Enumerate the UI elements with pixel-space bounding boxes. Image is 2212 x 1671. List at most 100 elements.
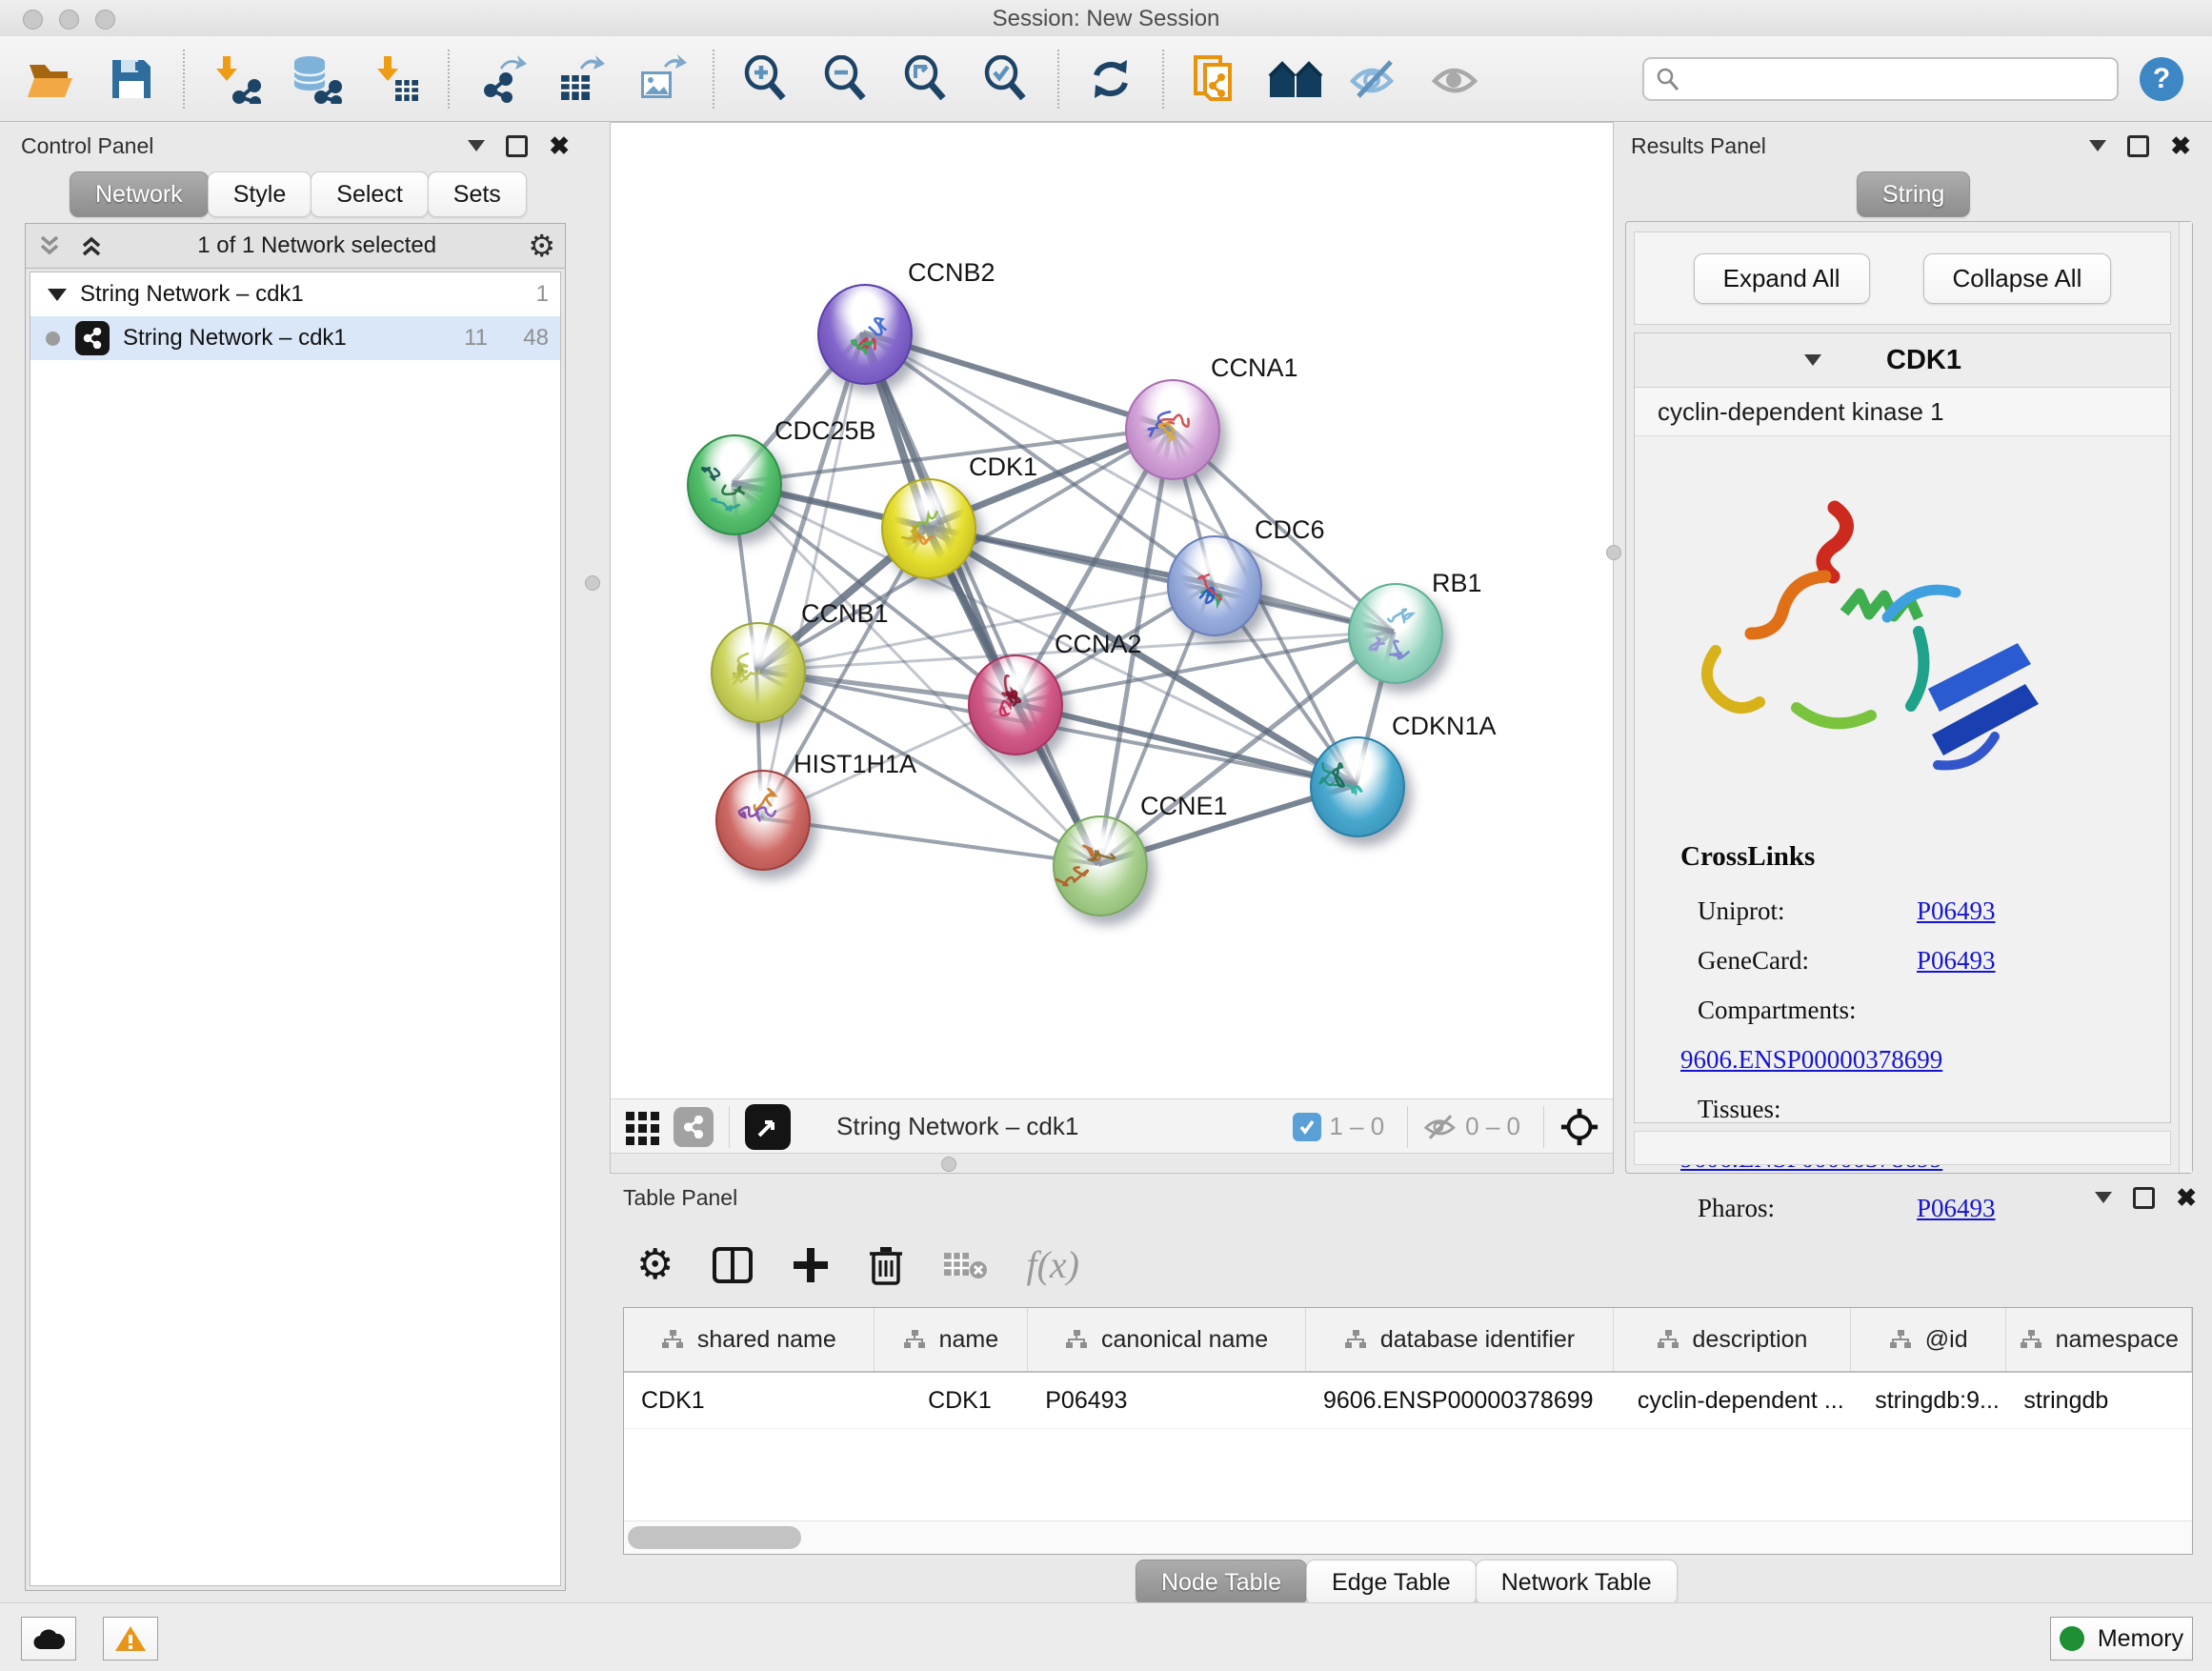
table-horizontal-scrollbar[interactable] (624, 1520, 2192, 1554)
expand-all-icon[interactable] (77, 232, 106, 260)
first-neighbors-button[interactable] (1256, 44, 1336, 114)
close-panel-icon[interactable]: ✖ (2176, 1188, 2197, 1207)
expand-all-button[interactable]: Expand All (1694, 253, 1870, 304)
tab-style[interactable]: Style (208, 171, 312, 217)
birdseye-grid-icon[interactable] (624, 1108, 662, 1146)
table-cell[interactable]: cyclin-dependent ... (1614, 1373, 1851, 1428)
import-network-from-file-button[interactable] (196, 44, 276, 114)
zoom-fit-content-button[interactable] (886, 44, 966, 114)
panel-menu-icon[interactable] (2095, 1192, 2112, 1203)
column-header-database-identifier[interactable]: database identifier (1306, 1308, 1614, 1371)
table-cell[interactable]: 9606.ENSP00000378699 (1306, 1373, 1614, 1428)
tab-network[interactable]: Network (70, 171, 209, 217)
column-header-canonical-name[interactable]: canonical name (1028, 1308, 1306, 1371)
results-vertical-scrollbar[interactable] (2179, 222, 2192, 1173)
collapse-all-icon[interactable] (35, 232, 64, 260)
column-header-namespace[interactable]: namespace (2006, 1308, 2192, 1371)
network-node-CCNB1[interactable] (711, 622, 806, 723)
column-header-shared-name[interactable]: shared name (624, 1308, 875, 1371)
table-cell[interactable]: stringdb (2006, 1373, 2192, 1428)
network-node-RB1[interactable] (1348, 583, 1443, 684)
panel-menu-icon[interactable] (468, 140, 485, 151)
tab-node-table[interactable]: Node Table (1136, 1560, 1307, 1605)
collapse-all-button[interactable]: Collapse All (1923, 253, 2112, 304)
memory-button[interactable]: Memory (2050, 1617, 2193, 1661)
search-input[interactable] (1680, 64, 2105, 93)
zoom-in-button[interactable] (726, 44, 806, 114)
network-collection-row[interactable]: String Network – cdk1 1 (30, 272, 560, 316)
network-node-CCNE1[interactable] (1053, 815, 1148, 916)
crosslink-link[interactable]: 9606.ENSP00000378699 (1680, 1045, 1942, 1074)
create-column-button[interactable] (792, 1246, 830, 1284)
gene-collapse-caret-icon[interactable] (1804, 354, 1821, 366)
crosslink-row: Compartments:9606.ENSP00000378699 (1680, 985, 2170, 1084)
network-edge[interactable] (761, 818, 1098, 864)
network-node-CCNB2[interactable] (817, 284, 913, 385)
network-node-CCNA2[interactable] (968, 654, 1063, 755)
fit-selected-crosshair-icon[interactable] (1559, 1107, 1599, 1147)
crosslink-link[interactable]: P06493 (1917, 946, 1996, 975)
table-cell[interactable]: stringdb:9... (1851, 1373, 2007, 1428)
show-columns-button[interactable] (712, 1246, 754, 1284)
delete-table-button[interactable] (942, 1249, 988, 1281)
crosslink-link[interactable]: P06493 (1917, 896, 1996, 925)
function-builder-button[interactable]: f(x) (1026, 1242, 1079, 1287)
network-node-HIST1H1A[interactable] (715, 770, 811, 871)
bottom-splitter-handle[interactable] (941, 1157, 956, 1172)
close-panel-icon[interactable]: ✖ (549, 136, 570, 155)
float-panel-icon[interactable] (2133, 1187, 2155, 1209)
refresh-view-button[interactable] (1071, 44, 1151, 114)
export-table-button[interactable] (541, 44, 621, 114)
column-header-description[interactable]: description (1614, 1308, 1851, 1371)
export-network-button[interactable] (461, 44, 541, 114)
results-horizontal-scrollbar[interactable] (1634, 1131, 2171, 1165)
gene-section-header[interactable]: CDK1 (1635, 333, 2170, 388)
float-panel-icon[interactable] (506, 135, 528, 157)
new-network-from-selection-button[interactable] (1176, 44, 1256, 114)
close-panel-icon[interactable]: ✖ (2170, 136, 2191, 155)
network-node-CDC25B[interactable] (687, 434, 782, 535)
network-canvas[interactable]: CCNB2CCNA1CDC25BCDK1CDC6RB1CCNB1CCNA2CDK… (611, 123, 1613, 1099)
network-options-gear-icon[interactable]: ⚙ (528, 232, 555, 260)
open-session-button[interactable] (11, 44, 91, 114)
table-cell[interactable]: CDK1 (875, 1373, 1029, 1428)
save-session-button[interactable] (91, 44, 171, 114)
show-all-button[interactable] (1416, 44, 1496, 114)
collection-caret-icon[interactable] (48, 289, 67, 301)
network-edge[interactable] (863, 332, 1098, 864)
hide-selected-button[interactable] (1336, 44, 1416, 114)
tab-network-table[interactable]: Network Table (1476, 1560, 1678, 1605)
network-node-CCNA1[interactable] (1125, 379, 1220, 480)
tab-sets[interactable]: Sets (428, 171, 527, 217)
selected-nodes-checkbox-icon[interactable] (1293, 1113, 1321, 1141)
delete-column-button[interactable] (868, 1244, 904, 1286)
float-panel-icon[interactable] (2127, 135, 2149, 157)
horizontal-splitter[interactable] (611, 1153, 1613, 1173)
network-share-icon[interactable] (674, 1107, 714, 1147)
table-cell[interactable]: CDK1 (624, 1373, 875, 1428)
table-row[interactable]: CDK1CDK1P064939606.ENSP00000378699cyclin… (624, 1373, 2192, 1429)
column-header--id[interactable]: @id (1851, 1308, 2006, 1371)
help-button[interactable]: ? (2140, 57, 2183, 101)
zoom-out-button[interactable] (806, 44, 886, 114)
network-node-CDK1[interactable] (881, 478, 976, 579)
zoom-selected-button[interactable] (966, 44, 1046, 114)
left-splitter-handle[interactable] (585, 575, 600, 591)
cloud-status-button[interactable] (21, 1617, 76, 1661)
table-cell[interactable]: P06493 (1028, 1373, 1306, 1428)
import-table-from-file-button[interactable] (356, 44, 436, 114)
network-row-selected[interactable]: String Network – cdk1 11 48 (30, 316, 560, 360)
column-header-name[interactable]: name (875, 1308, 1029, 1371)
tab-edge-table[interactable]: Edge Table (1306, 1560, 1477, 1605)
table-options-gear-button[interactable]: ⚙ (636, 1244, 674, 1286)
tab-select[interactable]: Select (311, 171, 428, 217)
tab-string[interactable]: String (1857, 171, 1970, 217)
warnings-button[interactable] (103, 1617, 158, 1661)
panel-menu-icon[interactable] (2089, 140, 2106, 151)
network-node-CDC6[interactable] (1167, 535, 1262, 636)
scrollbar-thumb[interactable] (628, 1526, 801, 1549)
import-network-from-database-button[interactable] (276, 44, 356, 114)
network-node-CDKN1A[interactable] (1310, 736, 1405, 837)
export-image-button[interactable] (621, 44, 701, 114)
open-in-new-view-button[interactable] (745, 1104, 791, 1150)
